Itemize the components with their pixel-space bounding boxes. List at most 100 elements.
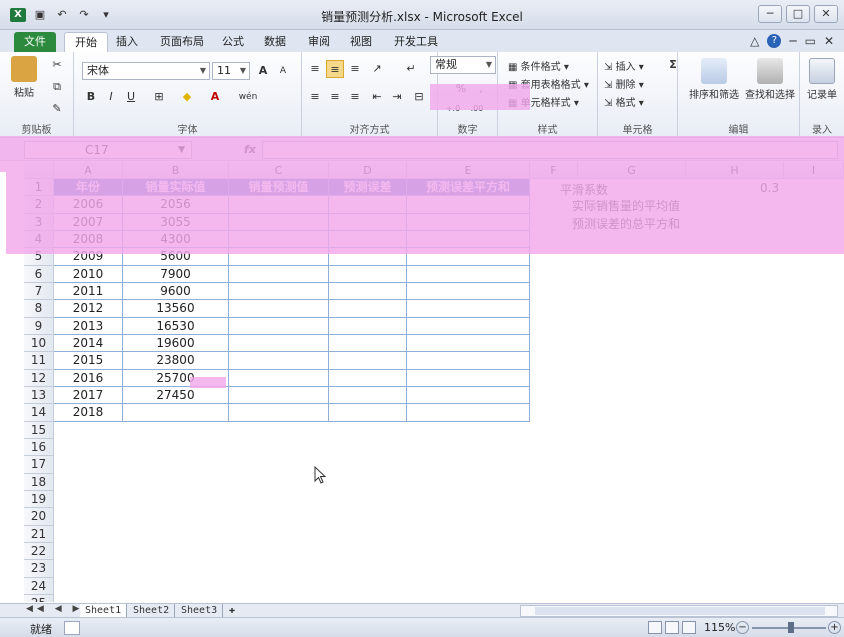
row-header-6[interactable]: 6: [24, 265, 54, 283]
table-cell[interactable]: [329, 265, 407, 283]
table-cell[interactable]: [229, 248, 329, 266]
conditional-format-button[interactable]: ▦ 条件格式 ▾: [508, 58, 569, 73]
row-header-22[interactable]: 22: [24, 542, 54, 561]
table-cell[interactable]: 2014: [54, 334, 123, 353]
table-cell[interactable]: 4300: [123, 230, 229, 249]
tab-home[interactable]: 开始: [64, 32, 108, 52]
table-cell[interactable]: [329, 196, 407, 214]
format-cells-button[interactable]: ⇲ 格式 ▾: [604, 94, 644, 109]
table-cell[interactable]: [229, 317, 329, 335]
wrap-text-icon[interactable]: ↵: [402, 60, 420, 78]
worksheet-grid[interactable]: A B C D E F G H I 1 2 3 4 5 6 7 8 9 10 11 12 13 14 15 16 17 18 19 20…: [24, 162, 844, 602]
table-cell[interactable]: [407, 265, 530, 283]
align-center-icon[interactable]: ≡: [326, 88, 344, 106]
row-header-8[interactable]: 8: [24, 300, 54, 318]
underline-button[interactable]: U: [122, 88, 140, 106]
border-icon[interactable]: ⊞: [150, 88, 168, 106]
format-painter-icon[interactable]: ✎: [48, 100, 66, 118]
sheet-tab-2[interactable]: Sheet2: [128, 604, 176, 618]
column-header-A[interactable]: A: [54, 162, 123, 179]
table-cell[interactable]: [329, 334, 407, 353]
zoom-slider-knob[interactable]: [788, 622, 794, 633]
table-cell[interactable]: [229, 404, 329, 422]
zoom-level[interactable]: 115%: [704, 621, 735, 634]
table-cell[interactable]: [229, 213, 329, 231]
tab-view[interactable]: 视图: [340, 32, 382, 52]
macro-record-icon[interactable]: [64, 621, 80, 635]
table-cell[interactable]: [329, 300, 407, 318]
column-header-E[interactable]: E: [407, 162, 530, 179]
column-header-I[interactable]: I: [784, 162, 844, 179]
record-form-button[interactable]: 记录单: [802, 58, 842, 101]
select-all-corner[interactable]: [24, 162, 54, 179]
tab-file[interactable]: 文件: [14, 32, 56, 52]
table-cell[interactable]: [407, 230, 530, 249]
table-cell[interactable]: 2011: [54, 282, 123, 301]
table-cell[interactable]: 2018: [54, 404, 123, 422]
row-header-10[interactable]: 10: [24, 334, 54, 353]
table-cell[interactable]: 2010: [54, 265, 123, 283]
column-header-G[interactable]: G: [578, 162, 686, 179]
table-header-cell[interactable]: 预测误差平方和: [407, 179, 530, 196]
doc-close-icon[interactable]: ✕: [824, 34, 834, 48]
table-cell[interactable]: 2013: [54, 317, 123, 335]
cut-icon[interactable]: ✂: [48, 56, 66, 74]
tab-page-layout[interactable]: 页面布局: [150, 32, 214, 52]
help-icon[interactable]: ?: [767, 34, 782, 48]
doc-restore-icon[interactable]: ▭: [805, 34, 816, 48]
autosum-button[interactable]: Σ: [664, 56, 682, 74]
row-header-17[interactable]: 17: [24, 456, 54, 474]
row-header-23[interactable]: 23: [24, 560, 54, 578]
table-cell[interactable]: 19600: [123, 334, 229, 353]
table-cell[interactable]: 13560: [123, 300, 229, 318]
sheet-tab-1[interactable]: Sheet1: [80, 604, 128, 618]
table-cell[interactable]: [229, 369, 329, 387]
name-box[interactable]: C17 ▼: [24, 141, 192, 159]
phonetic-icon[interactable]: wén: [234, 88, 262, 106]
table-cell[interactable]: [407, 282, 530, 301]
row-header-11[interactable]: 11: [24, 352, 54, 370]
delete-cells-button[interactable]: ⇲ 删除 ▾: [604, 76, 644, 91]
table-cell[interactable]: 2006: [54, 196, 123, 214]
table-cell[interactable]: [407, 386, 530, 405]
table-cell[interactable]: [407, 317, 530, 335]
table-cell[interactable]: [329, 213, 407, 231]
table-cell[interactable]: [229, 300, 329, 318]
decrease-decimal-button[interactable]: .00: [466, 100, 488, 118]
table-cell[interactable]: [407, 334, 530, 353]
doc-minimize-icon[interactable]: ─: [789, 34, 796, 48]
tab-review[interactable]: 审阅: [298, 32, 340, 52]
align-middle-icon[interactable]: ≡: [326, 60, 344, 78]
cell-styles-button[interactable]: ▦ 单元格样式 ▾: [508, 94, 579, 109]
zoom-in-button[interactable]: +: [828, 621, 841, 634]
row-header-25[interactable]: 25: [24, 594, 54, 602]
row-header-12[interactable]: 12: [24, 369, 54, 387]
page-break-view-icon[interactable]: [682, 621, 696, 634]
table-cell[interactable]: 2007: [54, 213, 123, 231]
table-cell[interactable]: [329, 352, 407, 370]
table-cell[interactable]: [329, 317, 407, 335]
row-header-13[interactable]: 13: [24, 386, 54, 405]
table-cell[interactable]: [229, 265, 329, 283]
table-cell[interactable]: 23800: [123, 352, 229, 370]
insert-cells-button[interactable]: ⇲ 插入 ▾: [604, 58, 644, 73]
percent-button[interactable]: %: [452, 80, 470, 98]
column-header-B[interactable]: B: [123, 162, 229, 179]
comma-button[interactable]: ,: [472, 80, 490, 98]
table-cell[interactable]: [329, 230, 407, 249]
table-cell[interactable]: [329, 404, 407, 422]
formula-input[interactable]: [262, 141, 838, 159]
minimize-button[interactable]: ─: [758, 5, 782, 23]
row-header-3[interactable]: 3: [24, 213, 54, 231]
align-right-icon[interactable]: ≡: [346, 88, 364, 106]
zoom-out-button[interactable]: −: [736, 621, 749, 634]
table-cell[interactable]: [229, 386, 329, 405]
font-name-select[interactable]: 宋体 ▼: [82, 62, 210, 80]
tab-insert[interactable]: 插入: [106, 32, 148, 52]
table-cell[interactable]: [229, 230, 329, 249]
table-header-cell[interactable]: 预测误差: [329, 179, 407, 196]
table-cell[interactable]: [229, 282, 329, 301]
row-header-9[interactable]: 9: [24, 317, 54, 335]
table-cell[interactable]: [329, 248, 407, 266]
copy-icon[interactable]: ⧉: [48, 78, 66, 96]
